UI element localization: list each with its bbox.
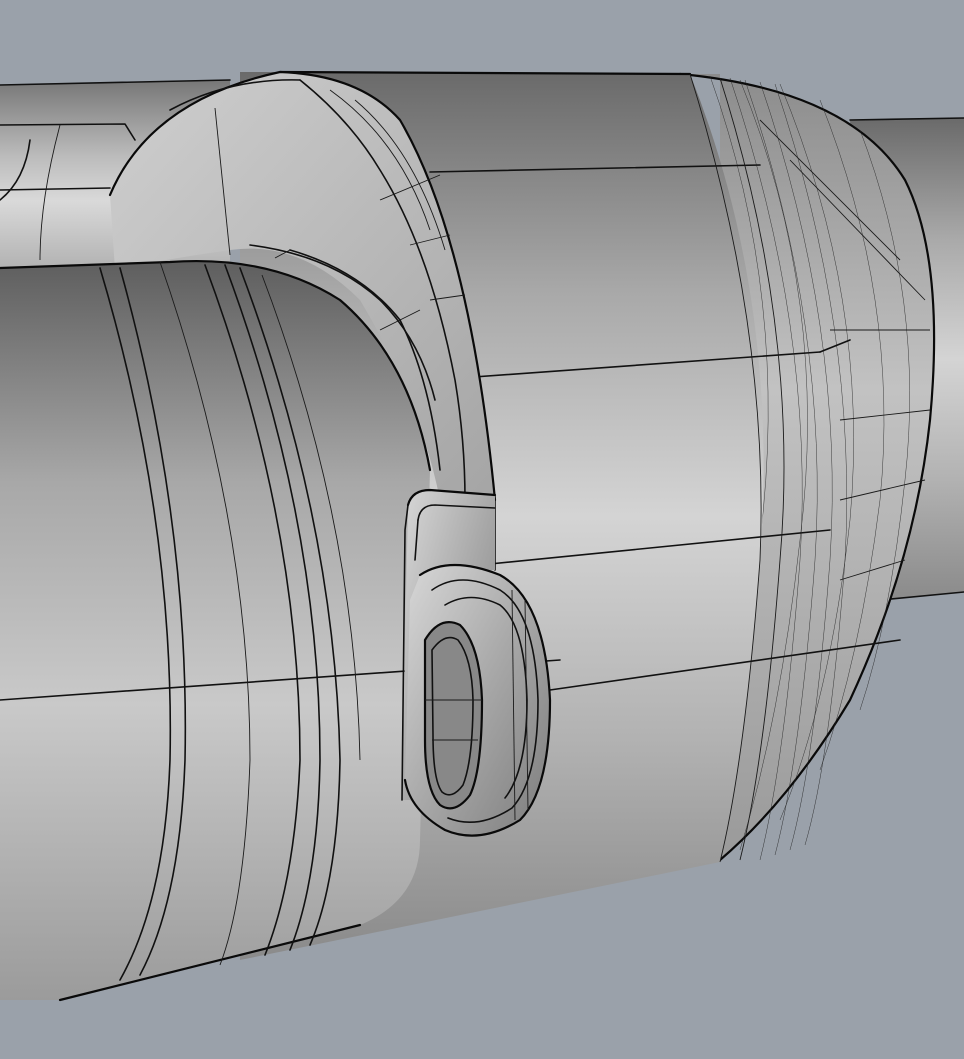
lug-eye-loop xyxy=(403,563,552,837)
cad-model-render xyxy=(0,0,964,1059)
cad-viewport[interactable] xyxy=(0,0,964,1059)
